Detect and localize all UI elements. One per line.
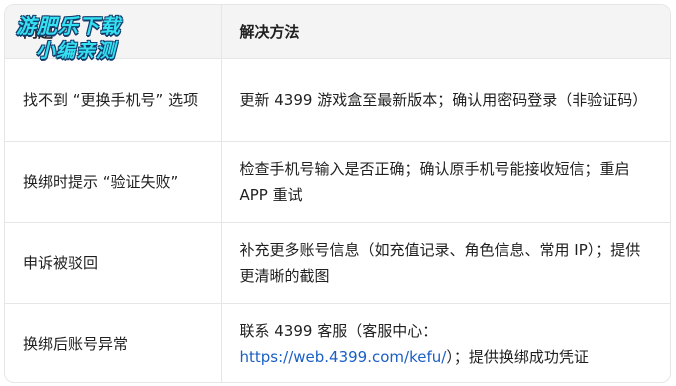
problem-cell: 换绑后账号异常 (5, 303, 221, 382)
page: 问题 解决方法 找不到 “更换手机号” 选项 更新 4399 游戏盒至最新版本；… (0, 0, 676, 386)
table-row: 找不到 “更换手机号” 选项 更新 4399 游戏盒至最新版本；确认用密码登录（… (5, 58, 670, 142)
header-problem: 问题 (5, 5, 221, 59)
problem-cell: 找不到 “更换手机号” 选项 (5, 58, 221, 142)
faq-table: 问题 解决方法 找不到 “更换手机号” 选项 更新 4399 游戏盒至最新版本；… (5, 5, 670, 382)
problem-cell: 换绑时提示 “验证失败” (5, 141, 221, 223)
solution-text-suffix: ）；提供换绑成功凭证 (446, 348, 589, 366)
table-row: 申诉被驳回 补充更多账号信息（如充值记录、角色信息、常用 IP）；提供更清晰的截… (5, 222, 670, 304)
table-row: 换绑后账号异常 联系 4399 客服（客服中心： https://web.4399… (5, 303, 670, 382)
solution-text-prefix: 联系 4399 客服（客服中心： (239, 322, 438, 340)
problem-cell: 申诉被驳回 (5, 222, 221, 304)
solution-cell: 检查手机号输入是否正确；确认原手机号能接收短信；重启 APP 重试 (220, 141, 670, 223)
faq-table-container: 问题 解决方法 找不到 “更换手机号” 选项 更新 4399 游戏盒至最新版本；… (4, 4, 671, 383)
kefu-link[interactable]: https://web.4399.com/kefu/ (240, 348, 447, 366)
table-row: 换绑时提示 “验证失败” 检查手机号输入是否正确；确认原手机号能接收短信；重启 … (5, 141, 670, 223)
solution-cell: 联系 4399 客服（客服中心： https://web.4399.com/kef… (220, 303, 670, 382)
solution-cell: 更新 4399 游戏盒至最新版本；确认用密码登录（非验证码） (220, 58, 670, 142)
table-header-row: 问题 解决方法 (5, 5, 670, 59)
header-solution: 解决方法 (220, 5, 670, 59)
solution-cell: 补充更多账号信息（如充值记录、角色信息、常用 IP）；提供更清晰的截图 (220, 222, 670, 304)
